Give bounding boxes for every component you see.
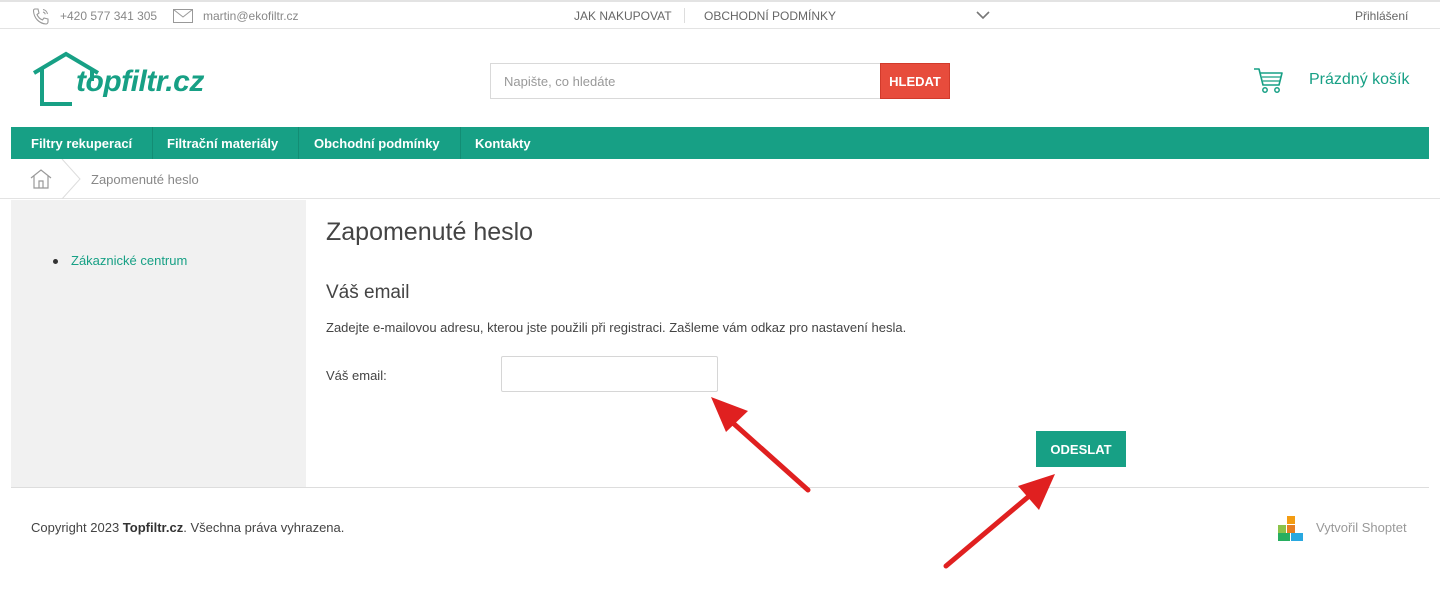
footer-divider: [11, 487, 1429, 488]
sidebar: Zákaznické centrum: [11, 200, 306, 487]
instructions-text: Zadejte e-mailovou adresu, kterou jste p…: [326, 320, 907, 335]
copyright-suffix: . Všechna práva vyhrazena.: [183, 520, 345, 535]
home-icon: [30, 169, 52, 189]
nav-item-filter-materials[interactable]: Filtrační materiály: [147, 127, 300, 159]
mail-icon: [173, 8, 193, 23]
email-contact[interactable]: martin@ekofiltr.cz: [173, 2, 299, 29]
phone-contact[interactable]: +420 577 341 305: [31, 2, 157, 29]
sidebar-list: Zákaznické centrum: [51, 253, 187, 268]
search-placeholder: Napište, co hledáte: [504, 73, 616, 89]
sidebar-item-customer-center[interactable]: Zákaznické centrum: [51, 253, 187, 268]
logo-text: topfiltr.cz: [76, 65, 204, 98]
breadcrumb-home[interactable]: [29, 167, 53, 191]
shoptet-logo-icon: [1278, 516, 1303, 541]
top-bar: +420 577 341 305 martin@ekofiltr.cz JAK …: [0, 0, 1440, 29]
topnav-more-toggle[interactable]: [976, 2, 990, 29]
phone-number: +420 577 341 305: [60, 8, 158, 23]
section-title: Váš email: [326, 282, 410, 303]
page-title: Zapomenuté heslo: [326, 218, 534, 246]
shopping-cart-icon: [1254, 68, 1283, 93]
site-logo[interactable]: topfiltr.cz: [32, 51, 207, 107]
nav-item-contacts[interactable]: Kontakty: [455, 127, 551, 159]
email-field[interactable]: [501, 356, 718, 392]
shoptet-label: Vytvořil Shoptet: [1316, 520, 1407, 535]
email-address: martin@ekofiltr.cz: [203, 8, 299, 23]
search-button[interactable]: HLEDAT: [880, 63, 950, 99]
shoptet-credit[interactable]: Vytvořil Shoptet: [1278, 516, 1413, 542]
chevron-down-icon: [976, 11, 990, 20]
cart-link[interactable]: Prázdný košík: [1253, 67, 1413, 97]
nav-item-filters-recuperation[interactable]: Filtry rekuperací: [11, 127, 154, 159]
phone-icon: [32, 7, 49, 25]
copyright-text: Copyright 2023 Topfiltr.cz. Všechna práv…: [31, 520, 344, 535]
cart-label: Prázdný košík: [1309, 71, 1410, 88]
site-header: topfiltr.cz Napište, co hledáte HLEDAT P…: [0, 29, 1440, 127]
copyright-brand: Topfiltr.cz: [122, 520, 184, 535]
nav-item-terms[interactable]: Obchodní podmínky: [294, 127, 461, 159]
search-input[interactable]: Napište, co hledáte: [490, 63, 881, 99]
submit-button[interactable]: ODESLAT: [1036, 431, 1126, 467]
topnav-terms[interactable]: OBCHODNÍ PODMÍNKY: [704, 2, 836, 29]
breadcrumb: Zapomenuté heslo: [0, 159, 1440, 199]
copyright-prefix: Copyright 2023: [31, 520, 123, 535]
topnav-divider: [684, 8, 685, 23]
topnav-how-to-buy[interactable]: JAK NAKUPOVAT: [574, 2, 672, 29]
breadcrumb-current: Zapomenuté heslo: [91, 171, 199, 187]
login-link[interactable]: Přihlášení: [1355, 2, 1408, 29]
breadcrumb-separator-icon: [61, 159, 81, 199]
main-content: Zapomenuté heslo Váš email Zadejte e-mai…: [306, 200, 1429, 487]
main-navigation: Filtry rekuperací Filtrační materiály Ob…: [11, 127, 1429, 159]
email-field-label: Váš email:: [326, 368, 387, 383]
